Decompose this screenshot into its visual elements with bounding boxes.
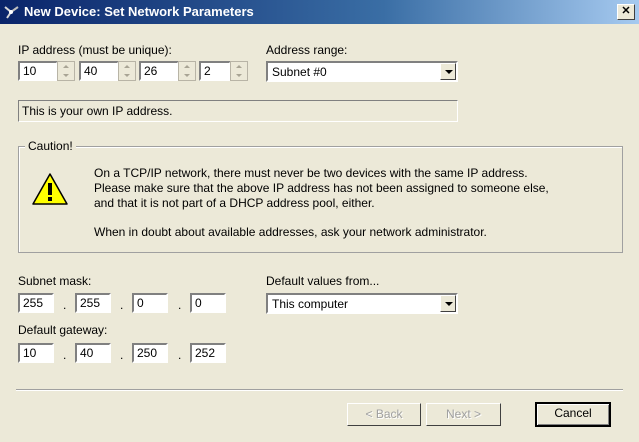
subnet-octet-3-field[interactable]: 0 <box>132 293 168 313</box>
ip-octet-2-field[interactable]: 40 <box>79 61 119 81</box>
close-icon[interactable]: ✕ <box>617 4 635 20</box>
ip-octet-2-spinner[interactable] <box>118 61 136 81</box>
ip-status-text: This is your own IP address. <box>18 100 458 122</box>
ip-octet-1-spinner[interactable] <box>57 61 75 81</box>
gateway-octet-2-field[interactable]: 40 <box>75 343 111 363</box>
subnet-octet-1-field[interactable]: 255 <box>18 293 54 313</box>
default-values-value: This computer <box>272 297 349 311</box>
warning-icon <box>32 173 68 205</box>
back-button[interactable]: < Back <box>347 403 421 426</box>
ip-octet-4-field[interactable]: 2 <box>199 61 231 81</box>
dialog-window: New Device: Set Network Parameters ✕ IP … <box>0 0 639 442</box>
caution-text-line-2: Please make sure that the above IP addre… <box>94 181 549 195</box>
gateway-octet-3-field[interactable]: 250 <box>132 343 168 363</box>
default-gateway-label: Default gateway: <box>18 323 108 337</box>
button-separator <box>16 389 623 391</box>
ip-octet-3-spinner[interactable] <box>178 61 196 81</box>
default-values-label: Default values from... <box>266 274 380 288</box>
spin-down-icon[interactable] <box>179 71 195 80</box>
title-bar[interactable]: New Device: Set Network Parameters ✕ <box>0 0 639 24</box>
address-range-label: Address range: <box>266 43 348 57</box>
caution-legend: Caution! <box>25 139 76 153</box>
dot-separator: . <box>178 348 182 362</box>
subnet-mask-label: Subnet mask: <box>18 274 92 288</box>
next-button[interactable]: Next > <box>426 403 501 426</box>
ip-octet-4-spinner[interactable] <box>230 61 248 81</box>
default-values-select[interactable]: This computer <box>266 293 458 314</box>
window-title: New Device: Set Network Parameters <box>24 4 254 19</box>
chevron-down-icon[interactable] <box>440 295 456 312</box>
subnet-octet-4-field[interactable]: 0 <box>190 293 226 313</box>
dot-separator: . <box>120 348 124 362</box>
caution-text-line-3: and that it is not part of a DHCP addres… <box>94 196 375 210</box>
address-range-value: Subnet #0 <box>272 65 327 79</box>
caution-text-line-4: When in doubt about available addresses,… <box>94 225 487 239</box>
gateway-octet-1-field[interactable]: 10 <box>18 343 54 363</box>
spin-down-icon[interactable] <box>231 71 247 80</box>
dot-separator: . <box>178 298 182 312</box>
network-device-icon <box>4 6 19 19</box>
spin-down-icon[interactable] <box>58 71 74 80</box>
ip-octet-3-field[interactable]: 26 <box>139 61 179 81</box>
chevron-down-icon[interactable] <box>440 63 456 80</box>
gateway-octet-4-field[interactable]: 252 <box>190 343 226 363</box>
ip-address-label: IP address (must be unique): <box>18 43 172 57</box>
cancel-button[interactable]: Cancel <box>535 402 611 427</box>
dot-separator: . <box>63 298 67 312</box>
subnet-octet-2-field[interactable]: 255 <box>75 293 111 313</box>
spin-down-icon[interactable] <box>119 71 135 80</box>
ip-octet-1-field[interactable]: 10 <box>18 61 58 81</box>
dot-separator: . <box>63 348 67 362</box>
dot-separator: . <box>120 298 124 312</box>
caution-text-line-1: On a TCP/IP network, there must never be… <box>94 166 528 180</box>
address-range-select[interactable]: Subnet #0 <box>266 61 458 82</box>
